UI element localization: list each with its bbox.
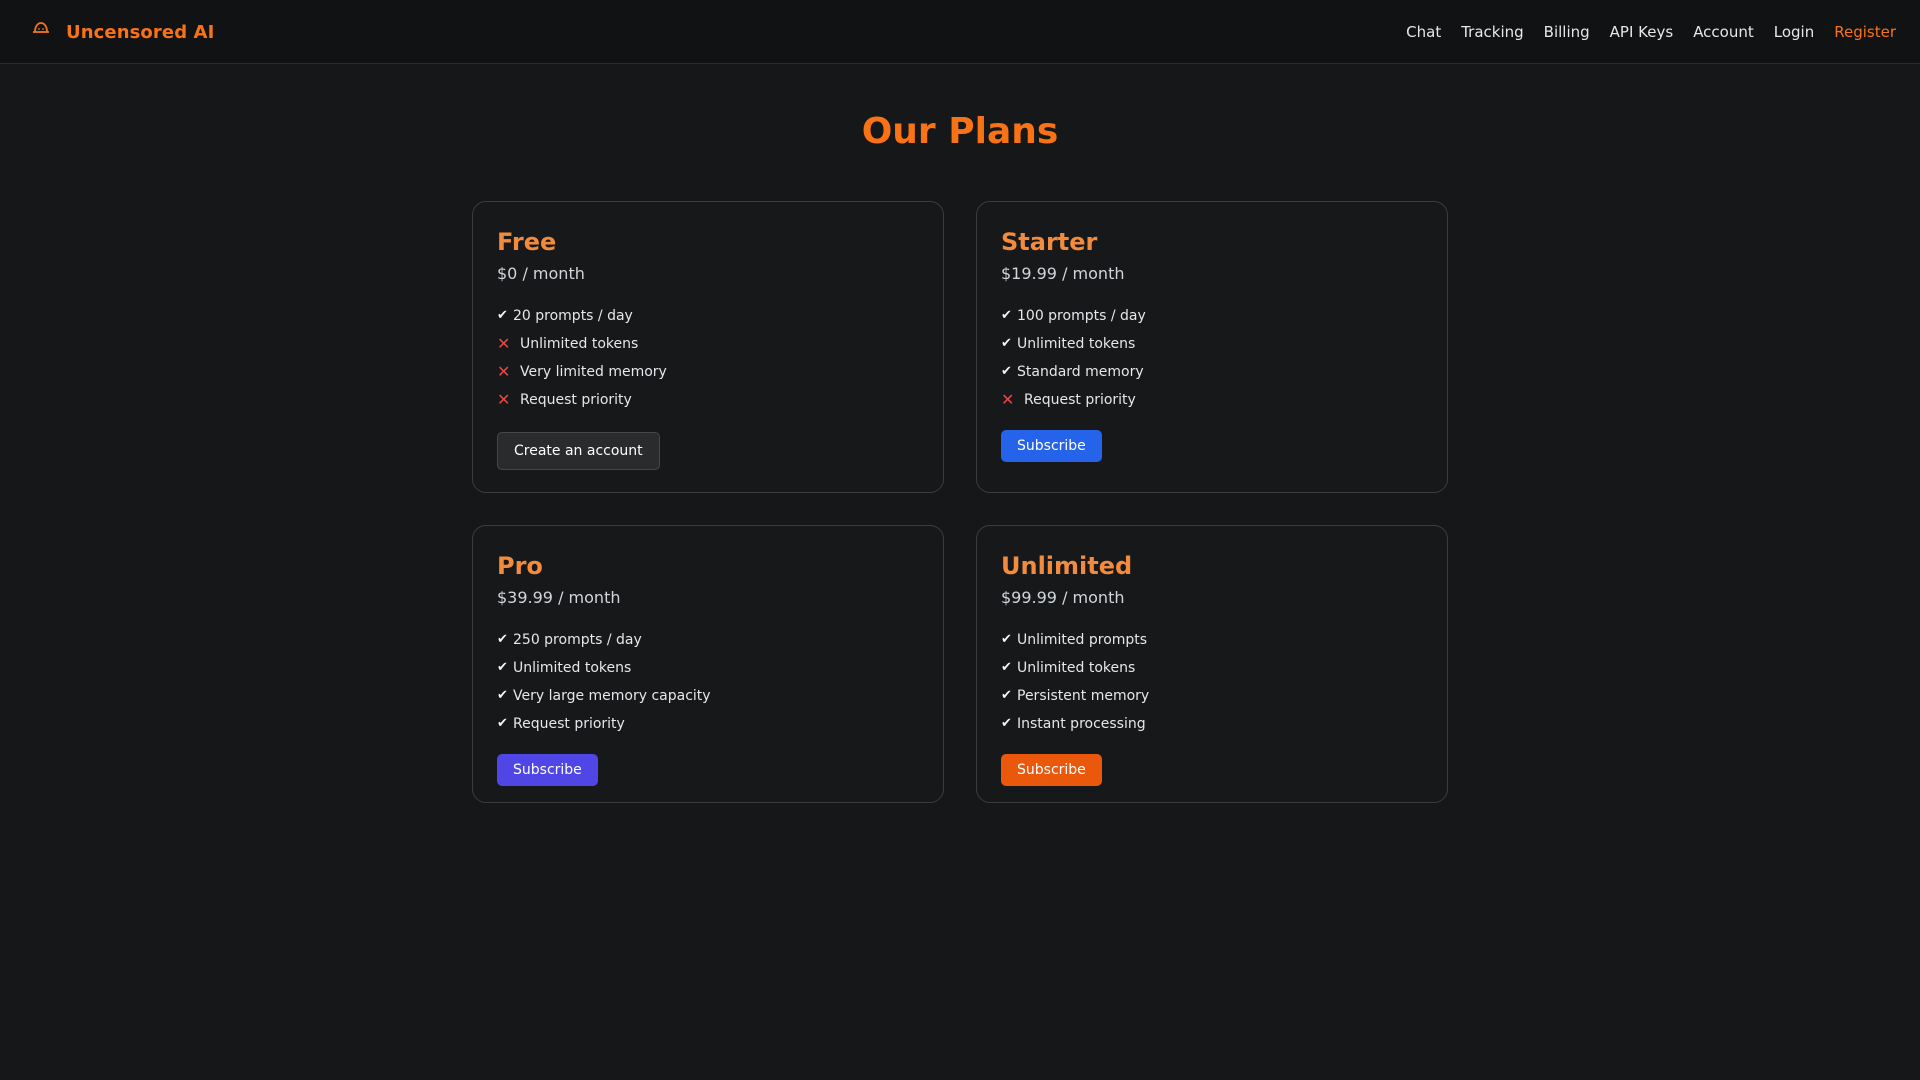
nav-tracking[interactable]: Tracking bbox=[1461, 23, 1523, 41]
feature-item: ✕ Very limited memory bbox=[497, 358, 919, 386]
feature-item: ✔ Very large memory capacity bbox=[497, 682, 919, 710]
feature-item: ✔ 20 prompts / day bbox=[497, 302, 919, 330]
check-icon: ✔ bbox=[497, 688, 508, 703]
feature-item: ✔ Request priority bbox=[497, 710, 919, 738]
check-icon: ✔ bbox=[497, 632, 508, 647]
check-icon: ✔ bbox=[497, 308, 508, 323]
brand[interactable]: Uncensored AI bbox=[30, 0, 214, 64]
feature-text: Standard memory bbox=[1017, 364, 1144, 380]
check-icon: ✔ bbox=[497, 716, 508, 731]
check-icon: ✔ bbox=[1001, 364, 1012, 379]
plan-name: Free bbox=[497, 228, 557, 256]
page-title: Our Plans bbox=[861, 111, 1059, 152]
cross-icon: ✕ bbox=[1001, 390, 1015, 409]
plan-price: $0 / month bbox=[497, 264, 585, 283]
feature-text: 20 prompts / day bbox=[513, 308, 633, 324]
feature-text: Request priority bbox=[513, 716, 625, 732]
check-icon: ✔ bbox=[1001, 716, 1012, 731]
feature-item: ✔ Persistent memory bbox=[1001, 682, 1423, 710]
feature-item: ✔ 250 prompts / day bbox=[497, 626, 919, 654]
main-nav: Chat Tracking Billing API Keys Account L… bbox=[1386, 0, 1896, 64]
subscribe-starter-button[interactable]: Subscribe bbox=[1001, 430, 1102, 462]
top-navbar: Uncensored AI Chat Tracking Billing API … bbox=[0, 0, 1920, 64]
cross-icon: ✕ bbox=[497, 390, 511, 409]
feature-text: Very limited memory bbox=[520, 364, 667, 380]
cross-icon: ✕ bbox=[497, 334, 511, 353]
feature-item: ✔ Instant processing bbox=[1001, 710, 1423, 738]
feature-text: Unlimited prompts bbox=[1017, 632, 1148, 648]
feature-text: Unlimited tokens bbox=[1017, 336, 1136, 352]
check-icon: ✔ bbox=[1001, 336, 1012, 351]
hat-icon bbox=[30, 17, 52, 39]
feature-text: Unlimited tokens bbox=[520, 336, 639, 352]
feature-item: ✔ Unlimited prompts bbox=[1001, 626, 1423, 654]
feature-item: ✔ Unlimited tokens bbox=[497, 654, 919, 682]
plan-name: Pro bbox=[497, 552, 543, 580]
feature-text: Unlimited tokens bbox=[513, 660, 632, 676]
plan-price: $99.99 / month bbox=[1001, 588, 1125, 607]
plan-card-free: Free $0 / month ✔ 20 prompts / day ✕ Unl… bbox=[472, 201, 944, 493]
feature-list: ✔ 100 prompts / day ✔ Unlimited tokens ✔… bbox=[1001, 302, 1423, 414]
brand-title: Uncensored AI bbox=[66, 21, 215, 43]
feature-list: ✔ 20 prompts / day ✕ Unlimited tokens ✕ … bbox=[497, 302, 919, 414]
nav-account[interactable]: Account bbox=[1693, 23, 1754, 41]
plan-card-starter: Starter $19.99 / month ✔ 100 prompts / d… bbox=[976, 201, 1448, 493]
check-icon: ✔ bbox=[1001, 688, 1012, 703]
feature-list: ✔ Unlimited prompts ✔ Unlimited tokens ✔… bbox=[1001, 626, 1423, 738]
nav-register[interactable]: Register bbox=[1834, 23, 1896, 41]
feature-text: Request priority bbox=[520, 392, 632, 408]
subscribe-pro-button[interactable]: Subscribe bbox=[497, 754, 598, 786]
plan-card-unlimited: Unlimited $99.99 / month ✔ Unlimited pro… bbox=[976, 525, 1448, 803]
feature-item: ✔ 100 prompts / day bbox=[1001, 302, 1423, 330]
feature-text: Persistent memory bbox=[1017, 688, 1150, 704]
feature-list: ✔ 250 prompts / day ✔ Unlimited tokens ✔… bbox=[497, 626, 919, 738]
feature-item: ✔ Standard memory bbox=[1001, 358, 1423, 386]
create-account-button[interactable]: Create an account bbox=[497, 432, 660, 470]
check-icon: ✔ bbox=[497, 660, 508, 675]
feature-item: ✔ Unlimited tokens bbox=[1001, 330, 1423, 358]
check-icon: ✔ bbox=[1001, 632, 1012, 647]
feature-item: ✕ Unlimited tokens bbox=[497, 330, 919, 358]
nav-billing[interactable]: Billing bbox=[1544, 23, 1590, 41]
plan-price: $39.99 / month bbox=[497, 588, 621, 607]
nav-api-keys[interactable]: API Keys bbox=[1610, 23, 1674, 41]
nav-login[interactable]: Login bbox=[1774, 23, 1814, 41]
subscribe-unlimited-button[interactable]: Subscribe bbox=[1001, 754, 1102, 786]
cross-icon: ✕ bbox=[497, 362, 511, 381]
check-icon: ✔ bbox=[1001, 308, 1012, 323]
plan-name: Starter bbox=[1001, 228, 1098, 256]
nav-chat[interactable]: Chat bbox=[1406, 23, 1441, 41]
feature-text: Instant processing bbox=[1017, 716, 1146, 732]
feature-item: ✕ Request priority bbox=[497, 386, 919, 414]
feature-text: Unlimited tokens bbox=[1017, 660, 1136, 676]
feature-text: Very large memory capacity bbox=[513, 688, 711, 704]
plan-price: $19.99 / month bbox=[1001, 264, 1125, 283]
plan-name: Unlimited bbox=[1001, 552, 1133, 580]
feature-item: ✔ Unlimited tokens bbox=[1001, 654, 1423, 682]
feature-text: 250 prompts / day bbox=[513, 632, 642, 648]
plan-card-pro: Pro $39.99 / month ✔ 250 prompts / day ✔… bbox=[472, 525, 944, 803]
feature-text: 100 prompts / day bbox=[1017, 308, 1146, 324]
feature-item: ✕ Request priority bbox=[1001, 386, 1423, 414]
feature-text: Request priority bbox=[1024, 392, 1136, 408]
check-icon: ✔ bbox=[1001, 660, 1012, 675]
